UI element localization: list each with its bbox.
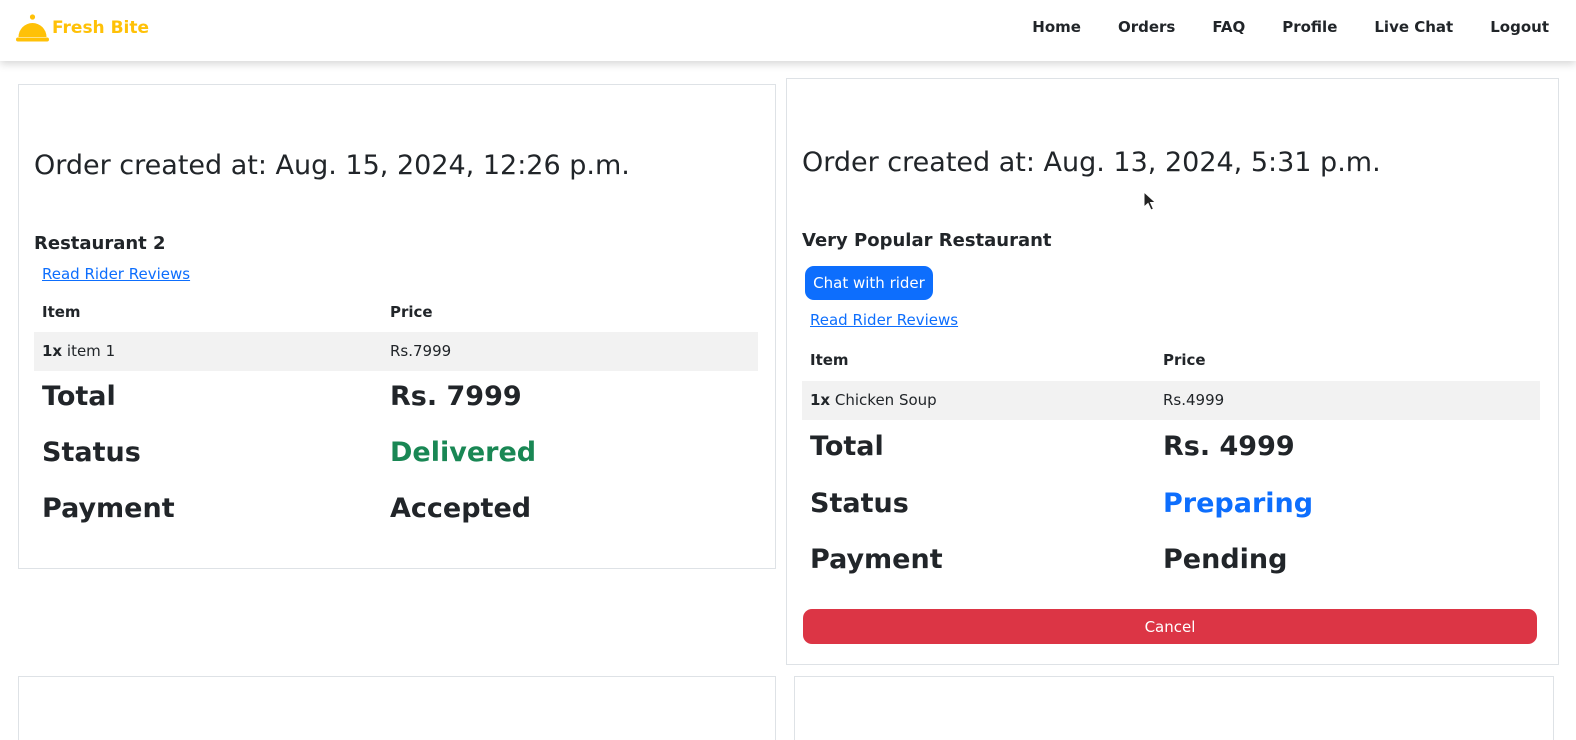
order-created-at: Order created at: Aug. 13, 2024, 5:31 p.… [802, 147, 1381, 178]
total-label: Total [810, 431, 884, 462]
total-label: Total [42, 381, 116, 412]
nav-profile[interactable]: Profile [1282, 17, 1337, 37]
order-card: Order created at: Aug. 15, 2024, 12:26 p… [18, 84, 776, 569]
payment-value: Pending [1163, 544, 1288, 575]
order-card [794, 676, 1554, 740]
table-header-price: Price [390, 303, 433, 321]
restaurant-name: Restaurant 2 [34, 233, 166, 254]
status-label: Status [42, 437, 141, 468]
read-rider-reviews-link[interactable]: Read Rider Reviews [42, 265, 190, 283]
read-rider-reviews-link[interactable]: Read Rider Reviews [810, 311, 958, 329]
item-cell: 1x Chicken Soup [810, 391, 937, 409]
brand-name: Fresh Bite [52, 18, 150, 38]
chat-with-rider-button[interactable]: Chat with rider [805, 266, 933, 300]
payment-value: Accepted [390, 493, 532, 524]
total-value: Rs. 4999 [1163, 431, 1295, 462]
order-card: Order created at: Aug. 13, 2024, 5:31 p.… [786, 78, 1559, 665]
item-price: Rs.4999 [1163, 391, 1225, 409]
item-price: Rs.7999 [390, 342, 452, 360]
status-value: Delivered [390, 437, 537, 468]
table-row: 1x Chicken Soup Rs.4999 [802, 381, 1540, 420]
item-name: item 1 [66, 342, 116, 360]
nav-home[interactable]: Home [1032, 17, 1081, 37]
table-header-price: Price [1163, 351, 1206, 369]
nav-orders[interactable]: Orders [1118, 17, 1175, 37]
item-name: Chicken Soup [834, 391, 937, 409]
item-qty: 1x [42, 342, 63, 360]
payment-label: Payment [42, 493, 175, 524]
status-value: Preparing [1163, 488, 1314, 519]
mouse-cursor-icon [1143, 190, 1157, 213]
cloche-icon [16, 13, 49, 43]
nav-faq[interactable]: FAQ [1212, 17, 1245, 37]
nav-live-chat[interactable]: Live Chat [1374, 17, 1453, 37]
order-card [18, 676, 776, 740]
item-cell: 1x item 1 [42, 342, 115, 360]
restaurant-name: Very Popular Restaurant [802, 230, 1052, 251]
status-label: Status [810, 488, 909, 519]
nav-links: Home Orders FAQ Profile Live Chat Logout [995, 17, 1549, 37]
nav-logout[interactable]: Logout [1490, 17, 1549, 37]
navbar: Fresh Bite Home Orders FAQ Profile Live … [0, 0, 1576, 61]
order-created-at: Order created at: Aug. 15, 2024, 12:26 p… [34, 150, 630, 181]
brand-link[interactable]: Fresh Bite [16, 13, 149, 43]
item-qty: 1x [810, 391, 831, 409]
payment-label: Payment [810, 544, 943, 575]
table-header-item: Item [810, 351, 849, 369]
table-row: 1x item 1 Rs.7999 [34, 332, 758, 371]
cancel-order-button[interactable]: Cancel [803, 609, 1537, 644]
total-value: Rs. 7999 [390, 381, 522, 412]
table-header-item: Item [42, 303, 81, 321]
